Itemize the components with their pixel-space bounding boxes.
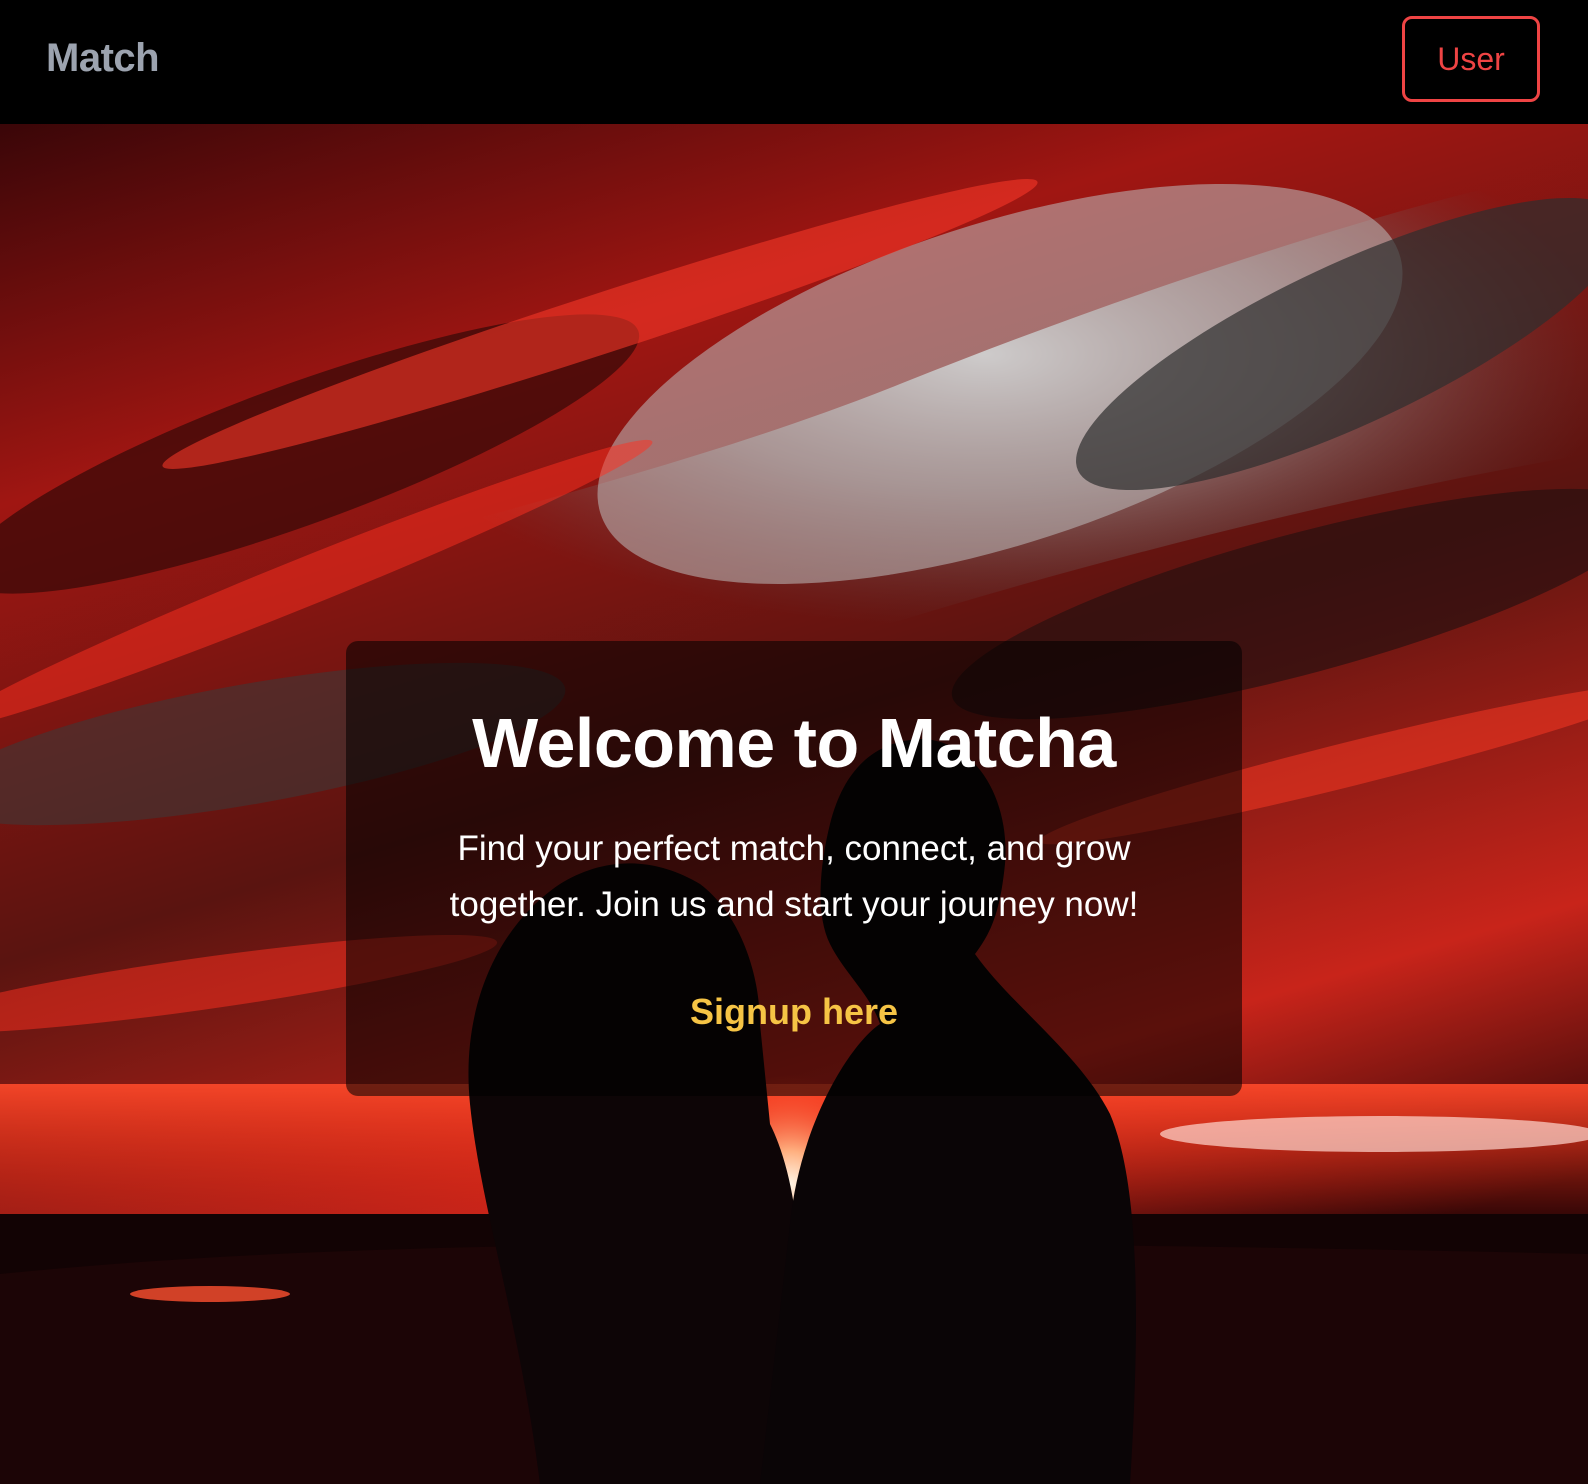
welcome-description: Find your perfect match, connect, and gr… [449, 829, 1139, 924]
welcome-title: Welcome to Matcha [472, 704, 1116, 782]
navbar: Match User [0, 0, 1588, 124]
hero-section: Welcome to Matcha Find your perfect matc… [0, 124, 1588, 1484]
signup-link[interactable]: Signup here [346, 991, 1242, 1033]
brand-logo[interactable]: Match [46, 36, 160, 81]
user-button[interactable]: User [1402, 16, 1540, 102]
welcome-card: Welcome to Matcha Find your perfect matc… [346, 641, 1242, 1096]
